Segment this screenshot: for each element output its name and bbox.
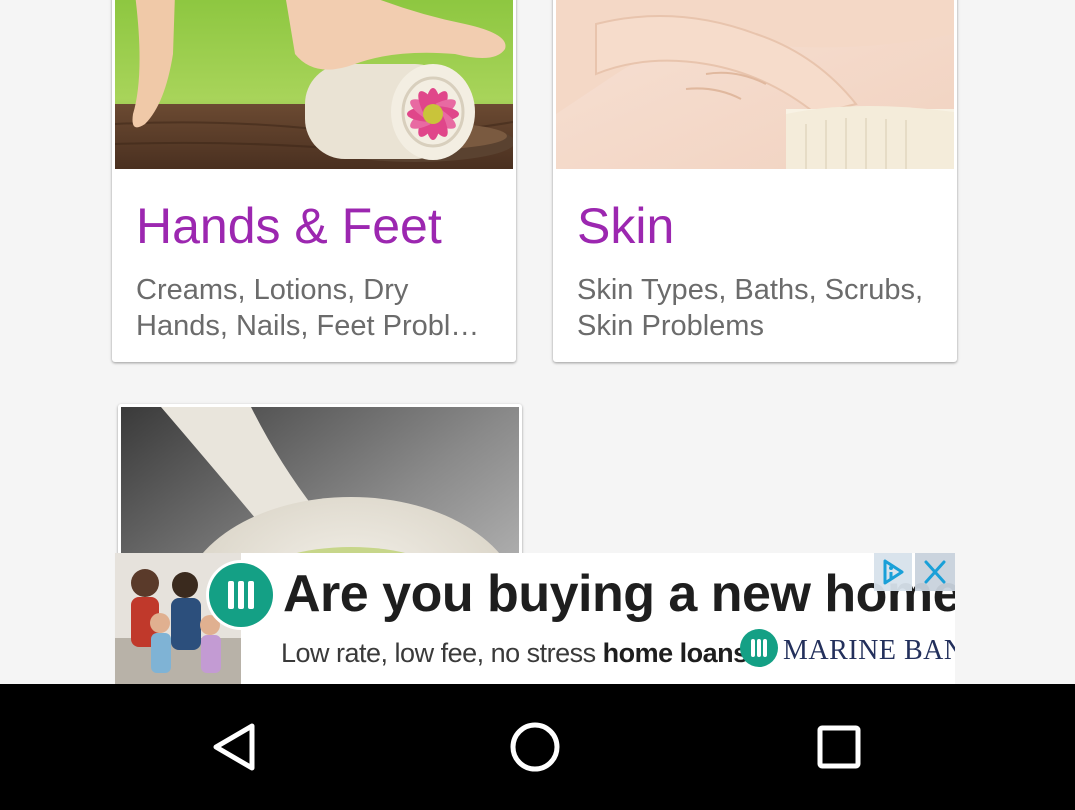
recents-button[interactable] <box>799 707 879 787</box>
ad-subline: Low rate, low fee, no stress home loans <box>281 635 748 671</box>
card-description: Skin Types, Baths, Scrubs, Skin Problems <box>577 272 941 344</box>
card-description-line: Skin Problems <box>577 310 764 342</box>
marine-bank-logo-large <box>209 563 273 627</box>
recents-square-icon <box>817 725 861 769</box>
navigation-bar <box>0 684 1075 810</box>
ad-brand-name: MARINE BANK <box>783 635 955 666</box>
ad-subline-bold: home loans <box>602 638 749 668</box>
ad-close-button[interactable] <box>915 553 955 591</box>
skin-photo <box>556 0 954 169</box>
home-circle-icon <box>510 722 560 772</box>
back-button[interactable] <box>195 707 275 787</box>
ad-headline: Are you buying a new home? <box>283 565 955 623</box>
ad-banner[interactable]: Are you buying a new home? Low rate, low… <box>115 553 955 684</box>
marine-bank-logo-small <box>740 629 778 667</box>
close-icon <box>924 560 946 584</box>
back-triangle-icon <box>213 723 255 771</box>
app-screen: Hands & Feet Creams, Lotions, Dry Hands,… <box>0 0 1075 810</box>
card-title: Skin <box>577 198 675 254</box>
card-description-line: Creams, Lotions, Dry <box>136 274 409 306</box>
card-description-line: Skin Types, Baths, Scrubs, <box>577 274 924 306</box>
category-card-skin[interactable]: Skin Skin Types, Baths, Scrubs, Skin Pro… <box>553 0 957 362</box>
ad-subline-text: Low rate, low fee, no stress <box>281 638 603 668</box>
card-description-line: Hands, Nails, Feet Probl… <box>136 310 480 342</box>
adchoices-button[interactable] <box>874 553 912 591</box>
adchoices-icon <box>883 559 904 585</box>
hands-feet-photo <box>115 0 513 169</box>
category-card-hands-feet[interactable]: Hands & Feet Creams, Lotions, Dry Hands,… <box>112 0 516 362</box>
card-title: Hands & Feet <box>136 198 442 254</box>
card-description: Creams, Lotions, Dry Hands, Nails, Feet … <box>136 272 500 344</box>
home-button[interactable] <box>495 707 575 787</box>
